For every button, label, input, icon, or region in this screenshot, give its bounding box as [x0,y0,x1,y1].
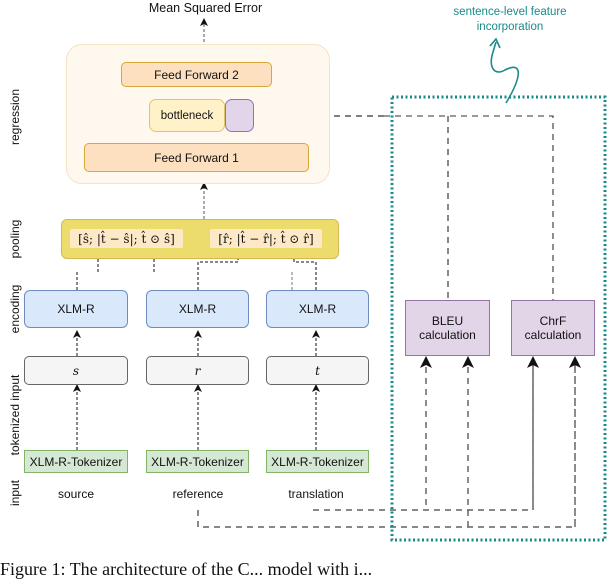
output-label: Mean Squared Error [148,1,263,15]
bottleneck-layer: bottleneck [149,99,225,132]
encoder-reference: XLM-R [146,290,249,328]
stage-label-encoding: encoding [8,284,22,334]
token-translation: t [266,356,369,385]
bleu-label: BLEU [431,314,464,328]
encoder-translation: XLM-R [266,290,369,328]
tokenizer-reference: XLM-R-Tokenizer [146,450,249,473]
token-reference: r [146,356,249,385]
annotation-squiggle [490,41,520,104]
chrf-label: ChrF [539,314,567,328]
pooling-source-expr: [ŝ; |t̂ − ŝ|; t̂ ⊙ ŝ] [70,229,183,248]
stage-label-input: input [8,479,22,507]
tokenizer-source: XLM-R-Tokenizer [24,450,128,473]
chrf-sublabel: calculation [524,328,582,342]
input-source: source [57,487,95,501]
feed-forward-2: Feed Forward 2 [121,62,272,87]
input-translation: translation [288,487,344,501]
feed-forward-1: Feed Forward 1 [84,143,309,172]
sentence-feature-annotation: sentence-level feature incorporation [430,5,590,35]
figure-caption: Figure 1: The architecture of the C... m… [0,559,373,579]
pooling-reference-expr: [r̂; |t̂ − r̂|; t̂ ⊙ r̂] [210,229,322,248]
bleu-calculation: BLEU calculation [405,300,490,356]
bleu-sublabel: calculation [419,328,476,342]
annotation-line-2: incorporation [476,21,544,33]
input-reference: reference [172,487,224,501]
stage-label-regression: regression [8,88,22,146]
encoder-source: XLM-R [24,290,128,328]
token-source: s [24,356,128,385]
chrf-calculation: ChrF calculation [511,300,595,356]
tokenizer-translation: XLM-R-Tokenizer [266,450,369,473]
annotation-line-1: sentence-level feature [453,6,567,18]
feature-slot [225,99,254,132]
